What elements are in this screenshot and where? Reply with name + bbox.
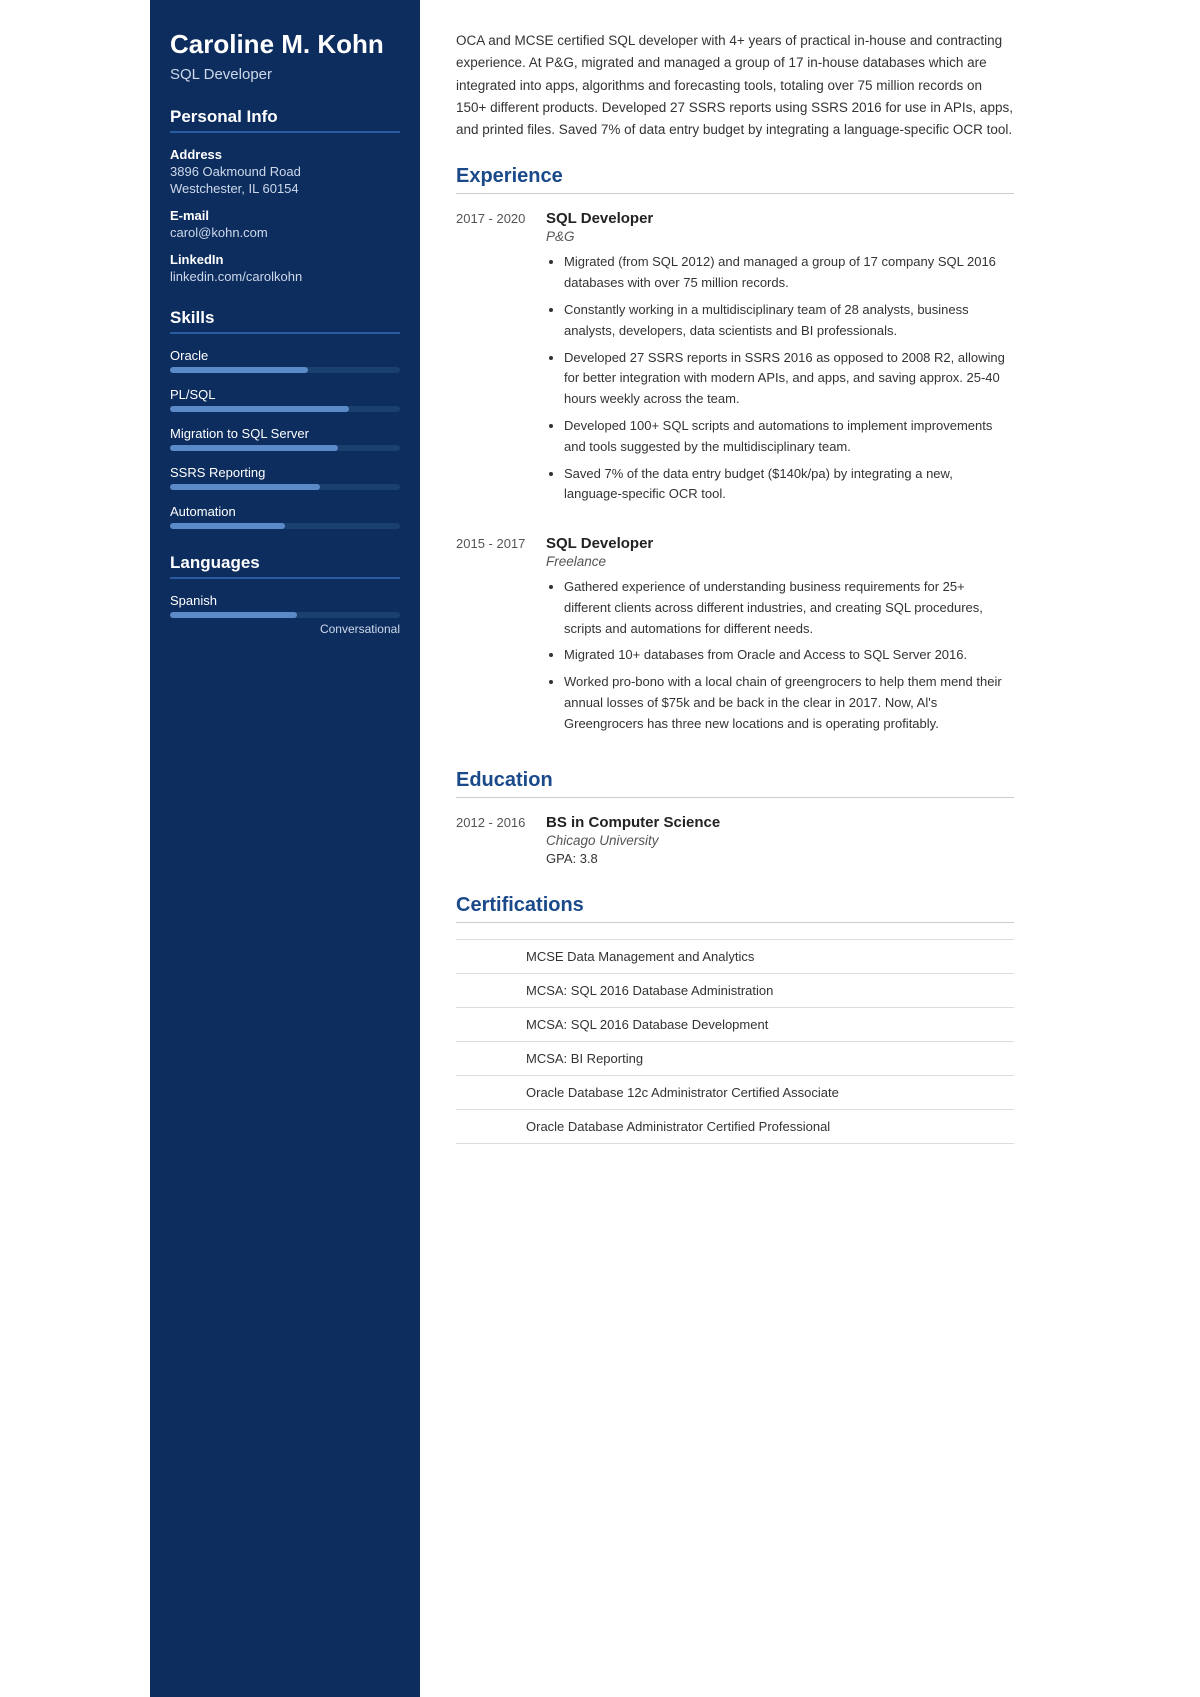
language-level: Conversational xyxy=(170,622,400,636)
skill-bar-background xyxy=(170,367,400,373)
skill-name: Oracle xyxy=(170,348,400,363)
education-school: Chicago University xyxy=(546,833,720,848)
skill-bar-fill xyxy=(170,484,320,490)
certification-item: Oracle Database Administrator Certified … xyxy=(456,1110,1014,1144)
languages-list: Spanish Conversational xyxy=(170,593,400,636)
skills-heading: Skills xyxy=(170,308,400,334)
education-gpa: GPA: 3.8 xyxy=(546,851,720,866)
certifications-list: MCSE Data Management and AnalyticsMCSA: … xyxy=(456,939,1014,1144)
address-line2: Westchester, IL 60154 xyxy=(170,181,400,196)
language-bar-fill xyxy=(170,612,297,618)
candidate-title: SQL Developer xyxy=(170,66,400,83)
summary-text: OCA and MCSE certified SQL developer wit… xyxy=(456,30,1014,141)
skill-bar-background xyxy=(170,523,400,529)
skill-bar-fill xyxy=(170,523,285,529)
languages-heading: Languages xyxy=(170,553,400,579)
skill-bar-fill xyxy=(170,406,349,412)
experience-section: Experience 2017 - 2020SQL DeveloperP&GMi… xyxy=(456,165,1014,740)
certification-item: MCSA: BI Reporting xyxy=(456,1042,1014,1076)
experience-bullet: Constantly working in a multidisciplinar… xyxy=(564,300,1014,342)
language-bar-background xyxy=(170,612,400,618)
experience-entry: 2017 - 2020SQL Developer P&G Migrated (fro… xyxy=(456,210,1014,511)
certification-item: MCSA: SQL 2016 Database Administration xyxy=(456,974,1014,1008)
experience-bullet: Migrated 10+ databases from Oracle and A… xyxy=(564,645,1014,666)
experience-company: P&G xyxy=(546,229,1014,244)
skill-bar-background xyxy=(170,406,400,412)
experience-heading: Experience xyxy=(456,165,1014,194)
linkedin-value: linkedin.com/carolkohn xyxy=(170,269,400,284)
language-name: Spanish xyxy=(170,593,400,608)
experience-job-title: SQL Developer xyxy=(546,210,1014,227)
skill-bar-fill xyxy=(170,367,308,373)
skill-name: Migration to SQL Server xyxy=(170,426,400,441)
sidebar: Caroline M. Kohn SQL Developer Personal … xyxy=(150,0,420,1697)
certifications-section: Certifications MCSE Data Management and … xyxy=(456,894,1014,1144)
linkedin-label: LinkedIn xyxy=(170,252,400,267)
experience-bullet: Developed 27 SSRS reports in SSRS 2016 a… xyxy=(564,348,1014,410)
experience-dates: 2015 - 2017 xyxy=(456,535,546,741)
experience-job-title: SQL Developer xyxy=(546,535,1014,552)
certification-item: Oracle Database 12c Administrator Certif… xyxy=(456,1076,1014,1110)
experience-bullet: Worked pro-bono with a local chain of gr… xyxy=(564,672,1014,734)
experience-bullet: Developed 100+ SQL scripts and automatio… xyxy=(564,416,1014,458)
skill-bar-background xyxy=(170,484,400,490)
personal-info-heading: Personal Info xyxy=(170,107,400,133)
education-dates: 2012 - 2016 xyxy=(456,814,546,866)
experience-bullets: Gathered experience of understanding bus… xyxy=(546,577,1014,735)
education-heading: Education xyxy=(456,769,1014,798)
main-content: OCA and MCSE certified SQL developer wit… xyxy=(420,0,1050,1697)
experience-bullet: Saved 7% of the data entry budget ($140k… xyxy=(564,464,1014,506)
experience-dates: 2017 - 2020 xyxy=(456,210,546,511)
address-label: Address xyxy=(170,147,400,162)
education-content: BS in Computer Science Chicago University… xyxy=(546,814,720,866)
experience-list: 2017 - 2020SQL DeveloperP&GMigrated (fro… xyxy=(456,210,1014,740)
skill-bar-background xyxy=(170,445,400,451)
certification-item: MCSE Data Management and Analytics xyxy=(456,940,1014,974)
experience-bullets: Migrated (from SQL 2012) and managed a g… xyxy=(546,252,1014,505)
email-value: carol@kohn.com xyxy=(170,225,400,240)
experience-company: Freelance xyxy=(546,554,1014,569)
skill-name: SSRS Reporting xyxy=(170,465,400,480)
resume-container: Caroline M. Kohn SQL Developer Personal … xyxy=(150,0,1050,1697)
experience-content: SQL Developer P&G Migrated (from SQL 2012)… xyxy=(546,210,1014,511)
skills-list: Oracle PL/SQL Migration to SQL Server SSRS … xyxy=(170,348,400,529)
education-degree: BS in Computer Science xyxy=(546,814,720,831)
address-line1: 3896 Oakmound Road xyxy=(170,164,400,179)
candidate-name: Caroline M. Kohn xyxy=(170,30,400,60)
experience-bullet: Migrated (from SQL 2012) and managed a g… xyxy=(564,252,1014,294)
skill-name: Automation xyxy=(170,504,400,519)
certifications-heading: Certifications xyxy=(456,894,1014,923)
education-list: 2012 - 2016BS in Computer Science Chicago… xyxy=(456,814,1014,866)
skill-name: PL/SQL xyxy=(170,387,400,402)
experience-entry: 2015 - 2017SQL Developer Freelance Gathere… xyxy=(456,535,1014,741)
certification-item: MCSA: SQL 2016 Database Development xyxy=(456,1008,1014,1042)
education-entry: 2012 - 2016BS in Computer Science Chicago… xyxy=(456,814,1014,866)
email-label: E-mail xyxy=(170,208,400,223)
skill-bar-fill xyxy=(170,445,338,451)
experience-bullet: Gathered experience of understanding bus… xyxy=(564,577,1014,639)
education-section: Education 2012 - 2016BS in Computer Scie… xyxy=(456,769,1014,866)
experience-content: SQL Developer Freelance Gathered experienc… xyxy=(546,535,1014,741)
